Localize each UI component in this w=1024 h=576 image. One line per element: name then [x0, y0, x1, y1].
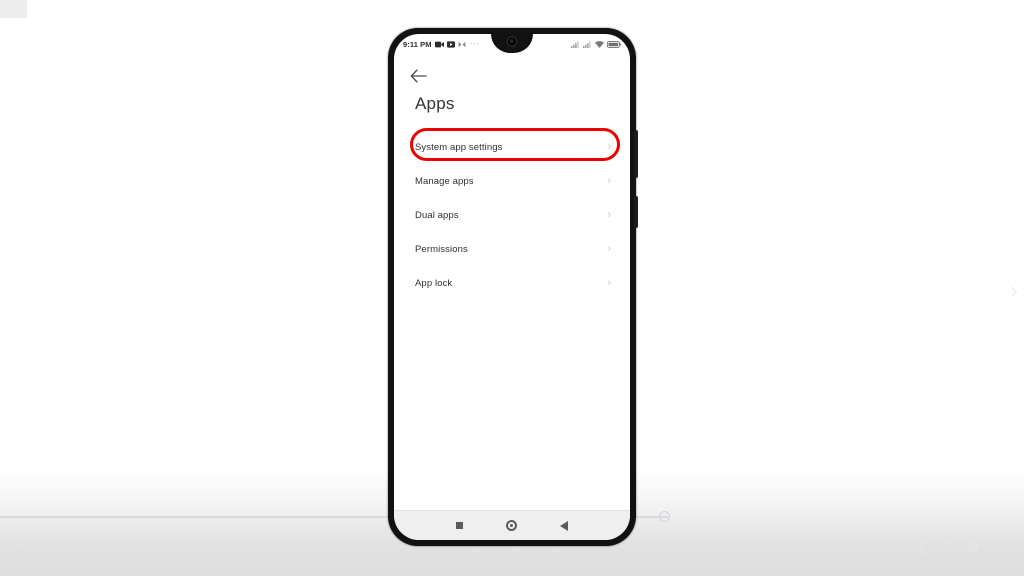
wifi-icon [595, 40, 604, 48]
power-button[interactable] [634, 196, 638, 228]
video-recorder-icon [434, 41, 444, 47]
chevron-right-icon: › [607, 208, 611, 221]
home-icon[interactable] [505, 520, 517, 531]
equalizer-icon[interactable]: ⏵ [18, 538, 26, 553]
chevron-right-icon: › [607, 174, 611, 187]
list-item-label: System app settings [415, 141, 503, 153]
background-topleft-block [0, 0, 27, 18]
chevron-right-icon: › [607, 140, 611, 153]
phone-screen: 9:11 PM ··· Apps System app settings › M… [394, 34, 630, 540]
screen-record-icon [446, 40, 455, 48]
back-arrow-icon[interactable] [410, 64, 434, 88]
list-item-system-app-settings[interactable]: System app settings › [394, 130, 630, 164]
status-clock: 9:11 PM [403, 39, 432, 49]
subtitles-icon[interactable]: ☷ [46, 538, 59, 553]
back-nav-icon[interactable] [560, 520, 569, 531]
status-bar-left: 9:11 PM ··· [403, 40, 479, 49]
list-item-label: Dual apps [415, 209, 459, 221]
list-item-manage-apps[interactable]: Manage apps › [394, 164, 630, 198]
chevron-right-icon: › [607, 242, 611, 255]
list-item-label: Permissions [415, 243, 468, 255]
status-bar-right [571, 40, 621, 48]
list-item-permissions[interactable]: Permissions › [394, 232, 630, 266]
list-item-dual-apps[interactable]: Dual apps › [394, 198, 630, 232]
status-overflow-icon: ··· [469, 39, 480, 48]
scrubber-handle[interactable] [659, 511, 670, 522]
recent-apps-icon[interactable] [455, 522, 463, 529]
chevron-right-icon[interactable]: › [1006, 278, 1022, 304]
settings-icon[interactable]: ⚙ [968, 540, 980, 553]
settings-list: System app settings › Manage apps › Dual… [394, 130, 630, 300]
list-item-label: App lock [415, 277, 453, 289]
phone-device: 9:11 PM ··· Apps System app settings › M… [388, 28, 638, 546]
screen-stage: › ⏵ ☷ ↻ ▶ ⇄ ▢ ⛶ ⚙ 9:11 PM ··· Apps Syste… [0, 0, 1024, 576]
battery-icon [607, 40, 621, 48]
silent-mode-icon [458, 41, 466, 47]
signal-2-icon [583, 40, 591, 48]
chevron-right-icon: › [607, 276, 611, 289]
front-camera [506, 36, 518, 47]
android-navigation-bar [394, 510, 630, 540]
cast-icon[interactable]: ▢ [920, 540, 932, 553]
page-title: Apps [415, 94, 455, 113]
signal-1-icon [571, 40, 579, 48]
fullscreen-icon[interactable]: ⛶ [944, 540, 953, 553]
list-item-app-lock[interactable]: App lock › [394, 266, 630, 300]
volume-rocker[interactable] [634, 130, 638, 178]
list-item-label: Manage apps [415, 175, 474, 187]
